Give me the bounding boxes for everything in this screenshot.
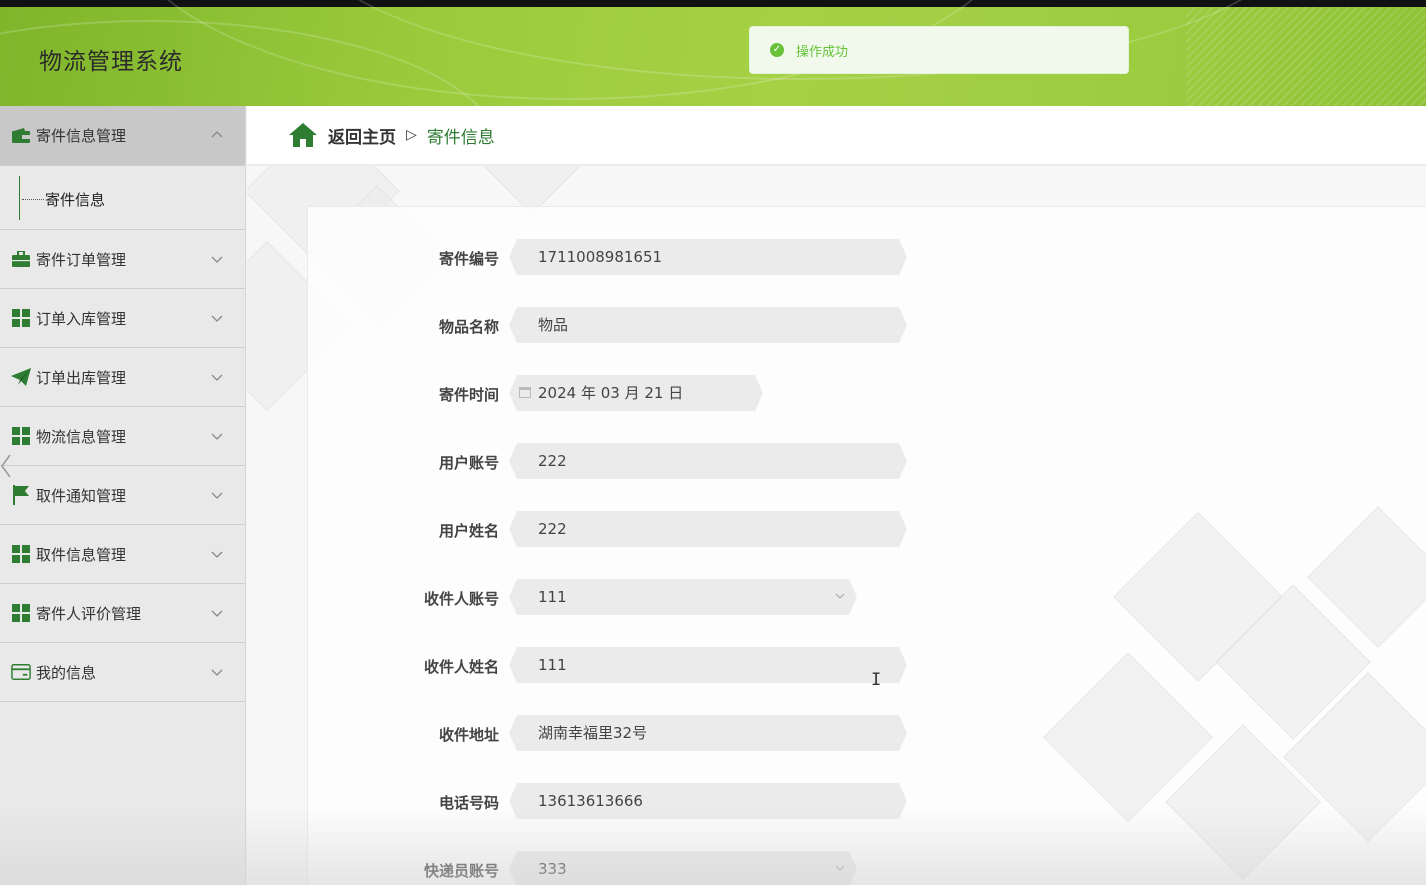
recipient-account-value: 111 <box>538 588 567 606</box>
sidebar: 寄件信息管理 寄件信息 寄件订单管理 订单入库管理 订单出库管理 物流信息管理 <box>0 106 246 885</box>
top-header: 物流管理系统 ✓ 操作成功 <box>0 0 1426 106</box>
briefcase-icon <box>11 250 31 268</box>
breadcrumb-current: 寄件信息 <box>426 127 495 148</box>
success-toast: ✓ 操作成功 <box>749 26 1129 74</box>
app-title: 物流管理系统 <box>39 49 183 75</box>
collapse-sidebar-icon[interactable] <box>0 453 12 479</box>
sidebar-item-label: 物流信息管理 <box>36 427 127 446</box>
sidebar-item-logistics-info-mgmt[interactable]: 物流信息管理 <box>0 407 245 466</box>
main-content: 寄件编号 1711008981651 物品名称 物品 寄件时间 2024 年 0… <box>247 166 1426 885</box>
sidebar-item-label: 取件信息管理 <box>36 545 127 564</box>
form-row-recipient-name: 收件人姓名 111 <box>247 647 947 683</box>
header-stripe-decoration <box>1186 7 1426 106</box>
chevron-down-icon <box>211 256 223 263</box>
ship-time-value: 2024 年 03 月 21 日 <box>538 384 684 402</box>
recipient-name-field[interactable]: 111 <box>509 647 907 683</box>
chevron-down-icon <box>211 669 223 676</box>
chevron-down-icon <box>211 315 223 322</box>
chevron-up-icon <box>211 131 223 138</box>
field-label: 寄件时间 <box>438 386 499 404</box>
grid-icon <box>11 545 31 563</box>
recipient-address-field[interactable]: 湖南幸福里32号 <box>509 715 907 751</box>
field-label: 寄件编号 <box>438 250 499 268</box>
field-label: 快递员账号 <box>423 862 499 880</box>
field-label: 用户姓名 <box>438 522 499 540</box>
field-label: 收件人姓名 <box>423 658 499 676</box>
phone-field[interactable]: 13613613666 <box>509 783 907 819</box>
chevron-down-icon <box>211 492 223 499</box>
wallet-icon <box>11 127 31 145</box>
sidebar-item-order-outbound-mgmt[interactable]: 订单出库管理 <box>0 348 245 407</box>
sidebar-item-label: 订单出库管理 <box>36 368 127 387</box>
card-icon <box>11 663 31 681</box>
sidebar-item-label: 我的信息 <box>36 663 97 682</box>
field-label: 收件人账号 <box>423 590 499 608</box>
form-row-courier-account: 快递员账号 333 <box>247 851 947 885</box>
form-row-user-account: 用户账号 222 <box>247 443 947 479</box>
toast-message: 操作成功 <box>796 44 849 60</box>
calendar-icon <box>519 387 531 398</box>
grid-icon <box>11 309 31 327</box>
sidebar-item-label: 寄件信息管理 <box>36 127 127 145</box>
courier-account-value: 333 <box>538 860 567 878</box>
sidebar-item-shipping-order-mgmt[interactable]: 寄件订单管理 <box>0 230 245 289</box>
breadcrumb: 返回主页 ▷ 寄件信息 <box>247 106 1426 166</box>
grid-icon <box>11 427 31 445</box>
chevron-down-icon <box>211 610 223 617</box>
chevron-down-icon <box>835 863 845 873</box>
form-row-item-name: 物品名称 物品 <box>247 307 947 343</box>
courier-account-select[interactable]: 333 <box>509 851 857 885</box>
text-cursor-icon: I <box>871 670 882 690</box>
submenu-item-shipping-info[interactable]: 寄件信息 <box>45 189 105 210</box>
submenu-shipping-info: 寄件信息 <box>0 166 245 230</box>
field-label: 用户账号 <box>438 454 499 472</box>
item-name-field[interactable]: 物品 <box>509 307 907 343</box>
user-account-field[interactable]: 222 <box>509 443 907 479</box>
chevron-down-icon <box>211 374 223 381</box>
back-home-link[interactable]: 返回主页 <box>328 123 396 148</box>
form-row-user-name: 用户姓名 222 <box>247 511 947 547</box>
sidebar-item-my-info[interactable]: 我的信息 <box>0 643 245 702</box>
recipient-account-select[interactable]: 111 <box>509 579 857 615</box>
chevron-down-icon <box>211 551 223 558</box>
check-circle-icon: ✓ <box>770 43 784 57</box>
form-row-recipient-account: 收件人账号 111 <box>247 579 947 615</box>
chevron-down-icon <box>211 433 223 440</box>
chevron-down-icon <box>835 591 845 601</box>
grid-icon <box>11 604 31 622</box>
home-icon[interactable] <box>288 122 318 148</box>
field-label: 物品名称 <box>438 318 499 336</box>
user-name-field[interactable]: 222 <box>509 511 907 547</box>
form-row-shipping-no: 寄件编号 1711008981651 <box>247 239 947 275</box>
sidebar-item-sender-review-mgmt[interactable]: 寄件人评价管理 <box>0 584 245 643</box>
shipping-no-field[interactable]: 1711008981651 <box>509 239 907 275</box>
submenu-dotted-connector <box>22 199 44 200</box>
field-label: 电话号码 <box>438 794 499 812</box>
form-row-ship-time: 寄件时间 2024 年 03 月 21 日 <box>247 375 947 411</box>
flag-icon <box>11 485 31 505</box>
sidebar-item-label: 寄件人评价管理 <box>36 604 142 623</box>
breadcrumb-separator: ▷ <box>406 127 417 143</box>
sidebar-item-label: 取件通知管理 <box>36 486 127 505</box>
sidebar-item-pickup-info-mgmt[interactable]: 取件信息管理 <box>0 525 245 584</box>
sidebar-item-order-inbound-mgmt[interactable]: 订单入库管理 <box>0 289 245 348</box>
paper-plane-icon <box>11 368 31 386</box>
sidebar-item-label: 订单入库管理 <box>36 309 127 328</box>
ship-time-datepicker[interactable]: 2024 年 03 月 21 日 <box>509 375 763 411</box>
field-label: 收件地址 <box>438 726 499 744</box>
form-row-phone: 电话号码 13613613666 <box>247 783 947 819</box>
sidebar-item-label: 寄件订单管理 <box>36 250 127 269</box>
submenu-guide-line <box>19 176 20 220</box>
sidebar-item-pickup-notice-mgmt[interactable]: 取件通知管理 <box>0 466 245 525</box>
sidebar-item-shipping-info-mgmt[interactable]: 寄件信息管理 <box>0 106 245 166</box>
form-row-recipient-address: 收件地址 湖南幸福里32号 <box>247 715 947 751</box>
